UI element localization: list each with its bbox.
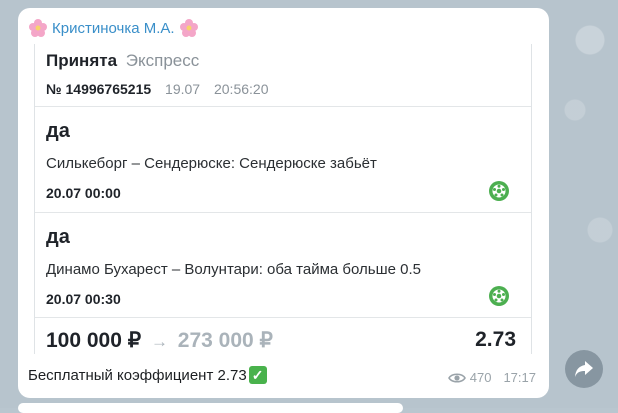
message-meta: 470 17:17: [447, 370, 536, 385]
event-pick: да: [46, 120, 70, 142]
arrow-right-icon: →: [150, 332, 168, 351]
bet-event: да Силькеборг – Сендерюске: Сендерюске з…: [46, 120, 516, 201]
event-pick: да: [46, 226, 70, 248]
sender-row[interactable]: Кристиночка М.А.: [28, 16, 199, 40]
divider: [35, 106, 531, 107]
football-icon: [489, 181, 509, 201]
payout-amount: 273 000 ₽: [177, 329, 273, 352]
event-match: Силькеборг – Сендерюске: Сендерюске забь…: [46, 155, 377, 172]
message-caption: Бесплатный коэффициент 2.73 ✓: [28, 366, 267, 384]
divider: [35, 317, 531, 318]
bet-date: 19.07: [165, 81, 201, 97]
flower-icon: [29, 19, 47, 37]
total-coefficient: 2.73: [475, 328, 516, 351]
view-count: 470: [469, 370, 492, 385]
event-match: Динамо Бухарест – Волунтари: оба тайма б…: [46, 261, 421, 278]
divider: [35, 212, 531, 213]
flower-icon: [179, 19, 198, 37]
caption-text: Бесплатный коэффициент 2.73: [28, 366, 247, 384]
bet-event: да Динамо Бухарест – Волунтари: оба тайм…: [46, 226, 516, 307]
event-datetime: 20.07 00:30: [46, 291, 121, 307]
eye-icon: [447, 372, 466, 383]
share-arrow-icon: [575, 361, 593, 377]
message-time: 17:17: [503, 370, 536, 385]
bet-number: № 14996765215: [46, 81, 152, 97]
bet-totals: 100 000 ₽ → 273 000 ₽ 2.73: [46, 328, 516, 354]
event-datetime: 20.07 00:00: [46, 185, 121, 201]
bet-header: Принята Экспресс № 14996765215 19.07 20:…: [46, 51, 278, 97]
next-message-bubble[interactable]: [18, 403, 403, 413]
stake-amount: 100 000 ₽: [46, 329, 142, 352]
check-mark-icon: ✓: [248, 366, 267, 384]
bet-time: 20:56:20: [213, 81, 269, 97]
forward-button[interactable]: [565, 350, 603, 388]
football-icon: [489, 286, 509, 306]
bet-type: Экспресс: [125, 51, 200, 70]
bet-slip-image[interactable]: Принята Экспресс № 14996765215 19.07 20:…: [34, 44, 532, 354]
bet-status: Принята: [46, 51, 118, 70]
sender-name[interactable]: Кристиночка М.А.: [52, 20, 175, 37]
